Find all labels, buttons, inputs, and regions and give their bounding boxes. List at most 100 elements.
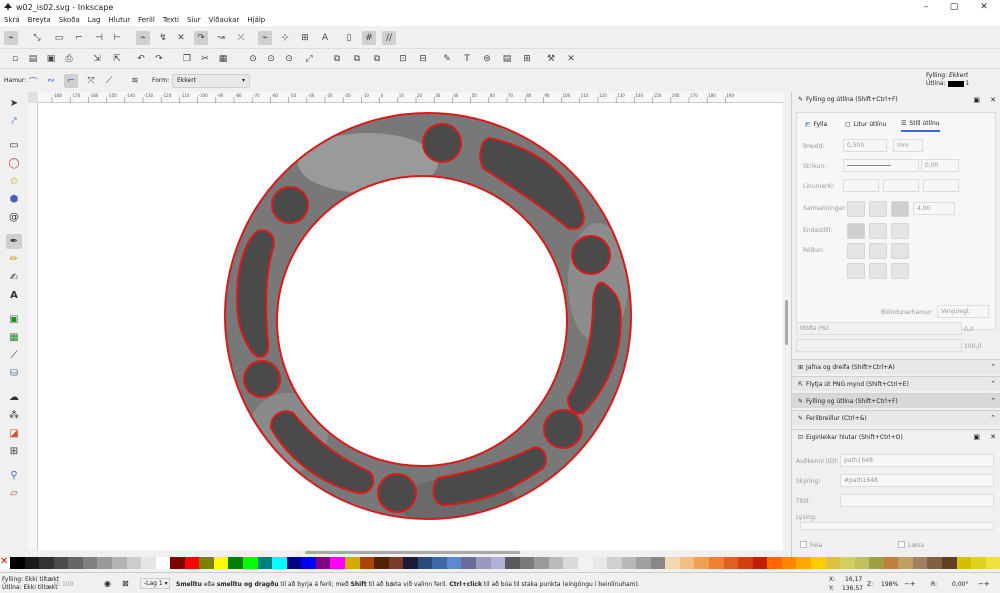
zoom-width-icon[interactable]: ⤢ [302,52,316,66]
color-swatch[interactable] [126,557,142,569]
mesh-tool-icon[interactable]: ▦ [6,330,22,345]
bevel-join-button[interactable] [847,201,865,217]
snap-others-icon[interactable]: ⌁ [258,31,272,45]
hole-path[interactable] [271,186,309,224]
tweak-tool-icon[interactable]: ☁ [6,390,22,405]
snap-corner-icon[interactable]: ⌐ [72,31,86,45]
preferences-icon[interactable]: ⚒ [544,52,558,66]
color-swatch[interactable] [461,557,476,569]
snap-nodes-icon[interactable]: ⌁ [136,31,150,45]
minimize-button[interactable]: – [912,0,940,14]
color-swatch[interactable] [359,557,375,569]
color-swatch[interactable] [956,557,972,569]
end-marker-dropdown[interactable] [923,179,959,192]
save-icon[interactable]: ▣ [44,52,58,66]
blur-slider[interactable]: Móða (%) [796,322,962,335]
bspline-mode-icon[interactable]: ⌐ [64,74,78,88]
horizontal-scroll-thumb[interactable] [305,551,520,554]
measure-tool-icon[interactable]: ▱ [6,486,22,501]
color-swatch[interactable] [228,557,243,569]
new-document-icon[interactable]: ▫ [8,52,22,66]
3d-box-tool-icon[interactable]: ⬢ [6,192,22,207]
align-icon[interactable]: ⊞ [520,52,534,66]
id-input[interactable]: path1648 [840,454,994,467]
color-swatch[interactable] [199,557,214,569]
drawing-svg[interactable] [38,103,783,550]
close-button[interactable]: ✕ [970,0,998,14]
color-swatch[interactable] [330,557,345,569]
layer-lock-icon[interactable]: ⊠ [122,579,129,588]
print-icon[interactable]: ⎙ [62,52,76,66]
unit-dropdown[interactable]: mm [893,139,923,152]
align-panel-tab[interactable]: ⊞ Jafna og dreifa (Shift+Ctrl+A) ⌃ [792,359,1000,374]
rectangle-tool-icon[interactable]: ▭ [6,138,22,153]
panel-close-icon[interactable]: ✕ [990,96,996,104]
rotation-stepper-icon[interactable]: −+ [978,580,990,588]
zoom-drawing-icon[interactable]: ⊙ [264,52,278,66]
snap-guide-icon[interactable]: ∕∕ [382,31,396,45]
miter-join-button[interactable] [891,201,909,217]
color-swatch[interactable] [985,557,1000,569]
color-swatch[interactable] [374,557,389,569]
zoom-selection-icon[interactable]: ⊙ [246,52,260,66]
color-swatch[interactable] [679,557,695,569]
opacity-slider[interactable] [796,339,962,352]
paint-bucket-tool-icon[interactable]: ⛁ [6,366,22,381]
snap-object-center-icon[interactable]: ⊹ [278,31,292,45]
document-properties-icon[interactable]: ✕ [564,52,578,66]
pen-tool-icon[interactable]: ✒ [6,234,22,249]
order-markers-fill-button[interactable] [847,263,865,279]
menu-edit[interactable]: Breyta [28,16,51,24]
text-tool-icon[interactable]: A [6,288,22,303]
color-swatch[interactable] [709,557,724,569]
title-input[interactable] [840,494,994,507]
color-swatch[interactable] [781,557,797,569]
group-icon[interactable]: ⊡ [396,52,410,66]
spiral-tool-icon[interactable]: @ [6,210,22,225]
miter-limit-input[interactable]: 4,00 [913,202,955,215]
label-input[interactable]: #path1648 [840,474,994,487]
color-swatch[interactable] [636,557,651,569]
maximize-button[interactable]: ▢ [940,0,968,14]
snap-page-icon[interactable]: ▯ [342,31,356,45]
hole-path[interactable] [422,123,462,163]
color-swatch[interactable] [213,557,229,569]
menu-filters[interactable]: Síur [187,16,201,24]
vertical-ruler[interactable] [28,103,38,550]
drawing-canvas[interactable] [38,103,783,550]
color-swatch[interactable] [563,557,578,569]
color-swatch[interactable] [10,557,25,569]
round-cap-button[interactable] [869,223,887,239]
blur-value[interactable]: 0,0 [964,326,974,333]
color-swatch[interactable] [534,557,549,569]
object-properties-header[interactable]: ⊡ Eiginleikar hlutar (Shift+Ctrl+O) ▣ ✕ [792,429,1000,444]
color-swatch[interactable] [68,557,83,569]
zoom-page-icon[interactable]: ⊙ [282,52,296,66]
snap-center-icon[interactable]: ⊢ [110,31,124,45]
calligraphy-tool-icon[interactable]: ✍ [6,270,22,285]
color-swatch[interactable] [519,557,535,569]
menu-extensions[interactable]: Viðaukar [209,16,240,24]
horizontal-scrollbar[interactable] [38,550,783,556]
color-palette[interactable]: ✕ [0,556,1000,569]
node-tool-icon[interactable]: ⤤ [6,114,22,129]
snap-line-mid-icon[interactable]: ⤫ [234,31,248,45]
spiro-mode-icon[interactable]: ∾ [44,74,58,88]
color-swatch[interactable] [315,557,331,569]
unlink-clone-icon[interactable]: ⧉ [370,52,384,66]
color-swatch[interactable] [650,557,666,569]
color-swatch[interactable] [184,557,200,569]
hole-path[interactable] [571,235,611,275]
tab-stroke-paint[interactable]: ▢ Litur útlínu [845,116,886,132]
export-png-panel-tab[interactable]: ⇱ Flytja út PNG mynd (Shift+Ctrl+E) ⌃ [792,376,1000,391]
spray-tool-icon[interactable]: ⁂ [6,408,22,423]
snap-cusp-icon[interactable]: ↷ [194,31,208,45]
color-swatch[interactable] [476,557,491,569]
gradient-tool-icon[interactable]: ▣ [6,312,22,327]
order-stroke-markers-button[interactable] [891,263,909,279]
zoom-tool-icon[interactable]: ⚲ [6,468,22,483]
color-swatch[interactable] [825,557,841,569]
hide-checkbox[interactable] [800,541,807,548]
color-swatch[interactable] [24,557,40,569]
xml-editor-icon[interactable]: ▤ [500,52,514,66]
